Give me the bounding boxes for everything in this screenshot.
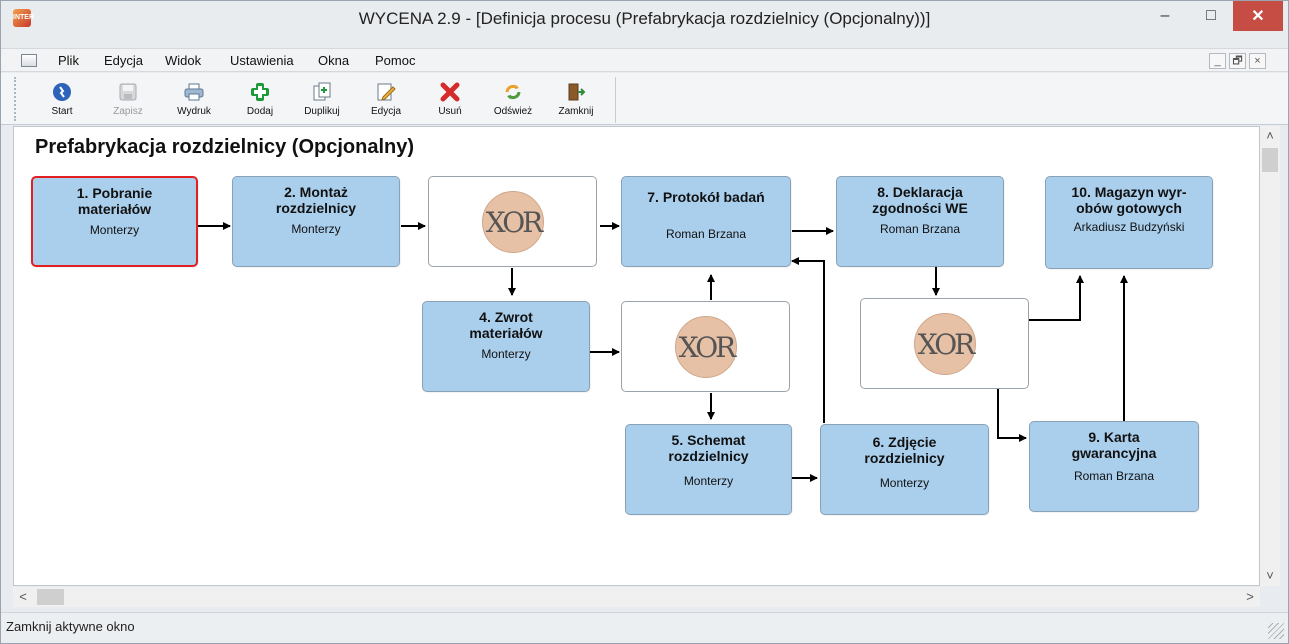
menu-plik[interactable]: Plik: [58, 53, 79, 68]
close-icon: ✕: [1251, 8, 1265, 25]
node-6-assignee: Monterzy: [879, 476, 930, 490]
refresh-icon: [501, 80, 525, 104]
mdi-minimize-button[interactable]: _: [1209, 53, 1226, 69]
duplicate-button[interactable]: Duplikuj: [293, 76, 351, 122]
toolbar-grip[interactable]: [14, 77, 20, 121]
start-label: Start: [51, 106, 73, 117]
edit-button[interactable]: Edycja: [357, 76, 415, 122]
document-menu-icon[interactable]: [21, 54, 37, 67]
xor-gateway-icon: XOR: [482, 191, 544, 253]
vertical-scroll-thumb[interactable]: [1262, 148, 1278, 172]
scroll-right-icon[interactable]: >: [1240, 587, 1260, 607]
node-10-name: 10. Magazyn wyr-obów gotowych: [1071, 184, 1187, 216]
maximize-icon: □: [1206, 7, 1216, 24]
node-9-assignee: Roman Brzana: [1073, 469, 1155, 483]
arrow-xor3-9: [997, 389, 1027, 442]
delete-label: Usuń: [438, 106, 462, 117]
horizontal-scroll-thumb[interactable]: [37, 589, 64, 605]
process-node-10[interactable]: 10. Magazyn wyr-obów gotowych Arkadiusz …: [1045, 176, 1213, 269]
mdi-restore-button[interactable]: 🗗: [1229, 53, 1246, 69]
menu-pomoc[interactable]: Pomoc: [375, 53, 415, 68]
edit-label: Edycja: [370, 106, 401, 117]
xor-gateway-3[interactable]: XOR: [860, 298, 1029, 389]
xor-gateway-icon: XOR: [914, 313, 976, 375]
app-window: INTER WYCENA 2.9 - [Definicja procesu (P…: [0, 0, 1289, 644]
refresh-label: Odśwież: [493, 106, 533, 117]
node-8-assignee: Roman Brzana: [879, 222, 961, 236]
menu-okna[interactable]: Okna: [318, 53, 349, 68]
menu-widok[interactable]: Widok: [165, 53, 201, 68]
process-node-1[interactable]: 1. Pobranie materiałów Monterzy: [31, 176, 198, 267]
save-icon: [116, 80, 140, 104]
duplicate-label: Duplikuj: [304, 106, 340, 117]
node-5-name: 5. Schemat rozdzielnicy: [668, 432, 749, 464]
edit-icon: [374, 80, 398, 104]
delete-button[interactable]: Usuń: [421, 76, 479, 122]
duplicate-icon: [310, 80, 334, 104]
node-2-assignee: Monterzy: [291, 222, 341, 236]
close-window-label: Zamknij: [558, 106, 594, 117]
node-10-assignee: Arkadiusz Budzyński: [1073, 220, 1185, 234]
print-icon: [182, 80, 206, 104]
process-node-9[interactable]: 9. Karta gwarancyjna Roman Brzana: [1029, 421, 1199, 512]
maximize-button[interactable]: □: [1188, 1, 1234, 31]
process-diagram-canvas[interactable]: Prefabrykacja rozdzielnicy (Opcjonalny): [13, 126, 1260, 586]
menu-edycja[interactable]: Edycja: [104, 53, 143, 68]
xor-gateway-1[interactable]: XOR: [428, 176, 597, 267]
node-7-assignee: Roman Brzana: [665, 227, 747, 241]
node-9-name: 9. Karta gwarancyjna: [1071, 429, 1157, 461]
minimize-icon: –: [1160, 7, 1170, 24]
scroll-down-icon[interactable]: ˅: [1260, 566, 1280, 586]
add-icon: [248, 80, 272, 104]
delete-icon: [438, 80, 462, 104]
node-1-assignee: Monterzy: [89, 223, 140, 237]
print-button[interactable]: Wydruk: [165, 76, 223, 122]
toolbar: Start Zapisz Wydruk Dodaj Duplikuj Edycj…: [1, 73, 1288, 125]
start-icon: [50, 80, 74, 104]
close-button[interactable]: ✕: [1233, 1, 1283, 31]
resize-grip-icon[interactable]: [1268, 623, 1284, 639]
title-bar[interactable]: INTER WYCENA 2.9 - [Definicja procesu (P…: [1, 1, 1288, 47]
process-node-2[interactable]: 2. Montaż rozdzielnicy Monterzy: [232, 176, 400, 267]
process-node-8[interactable]: 8. Deklaracja zgodności WE Roman Brzana: [836, 176, 1004, 267]
status-bar: Zamknij aktywne okno: [1, 612, 1288, 643]
vertical-scrollbar[interactable]: ˄ ˅: [1260, 126, 1280, 586]
process-node-5[interactable]: 5. Schemat rozdzielnicy Monterzy: [625, 424, 792, 515]
close-window-button[interactable]: Zamknij: [547, 76, 605, 122]
process-node-7[interactable]: 7. Protokół badań Roman Brzana: [621, 176, 791, 267]
save-button[interactable]: Zapisz: [99, 76, 157, 122]
xor-gateway-icon: XOR: [675, 316, 737, 378]
exit-door-icon: [564, 80, 588, 104]
minimize-button[interactable]: –: [1142, 1, 1188, 31]
node-5-assignee: Monterzy: [683, 474, 734, 488]
status-text: Zamknij aktywne okno: [6, 619, 135, 634]
node-8-name: 8. Deklaracja zgodności WE: [872, 184, 968, 216]
scroll-up-icon[interactable]: ˄: [1260, 126, 1280, 146]
scroll-left-icon[interactable]: <: [13, 587, 33, 607]
menu-bar: Plik Edycja Widok Ustawienia Okna Pomoc …: [1, 48, 1288, 72]
start-button[interactable]: Start: [33, 76, 91, 122]
arrow-xor3-10: [1029, 275, 1084, 321]
toolbar-separator: [615, 77, 616, 123]
node-1-name: 1. Pobranie materiałów: [76, 185, 153, 217]
process-node-6[interactable]: 6. Zdjęcie rozdzielnicy Monterzy: [820, 424, 989, 515]
menu-ustawienia[interactable]: Ustawienia: [230, 53, 294, 68]
print-label: Wydruk: [177, 106, 211, 117]
node-2-name: 2. Montaż rozdzielnicy: [275, 184, 357, 216]
xor-gateway-2[interactable]: XOR: [621, 301, 790, 392]
add-button[interactable]: Dodaj: [231, 76, 289, 122]
window-title: WYCENA 2.9 - [Definicja procesu (Prefabr…: [358, 9, 931, 28]
save-label: Zapisz: [113, 106, 143, 117]
node-7-name: 7. Protokół badań: [647, 189, 765, 205]
node-4-assignee: Monterzy: [481, 347, 531, 361]
process-node-4[interactable]: 4. Zwrot materiałów Monterzy: [422, 301, 590, 392]
node-4-name: 4. Zwrot materiałów: [469, 309, 543, 341]
mdi-close-button[interactable]: ×: [1249, 53, 1266, 69]
refresh-button[interactable]: Odśwież: [484, 76, 542, 122]
node-6-name: 6. Zdjęcie rozdzielnicy: [864, 434, 945, 466]
horizontal-scrollbar[interactable]: < >: [13, 587, 1260, 607]
arrow-6-7: [791, 257, 825, 423]
add-label: Dodaj: [246, 106, 274, 117]
